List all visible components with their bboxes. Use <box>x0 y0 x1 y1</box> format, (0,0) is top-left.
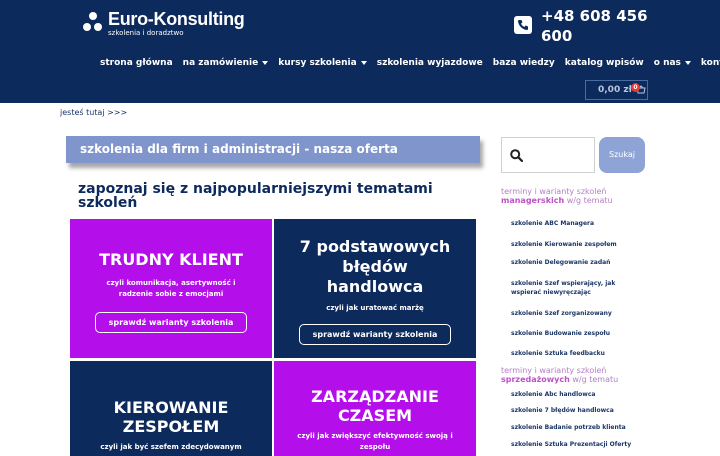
logo[interactable]: Euro-Konsulting szkolenia i doradztwo <box>82 9 245 38</box>
nav-item-label: strona główna <box>100 58 173 68</box>
nav-item[interactable]: baza wiedzy <box>493 58 555 68</box>
nav-item[interactable]: na zamówienie <box>183 58 269 68</box>
main-nav: strona główna na zamówienie kursy szkoleni… <box>100 58 720 68</box>
offer-banner: szkolenia dla firm i administracji - nas… <box>66 136 480 163</box>
heading-tail: w/g tematu <box>572 375 619 384</box>
search-icon <box>510 149 523 162</box>
sidebar-link[interactable]: szkolenie Sztuka feedbacku <box>511 349 641 358</box>
nav-item-label: o nas <box>653 58 681 68</box>
tile-title: ZARZĄDZANIE CZASEM <box>311 387 439 425</box>
tile-bledy-handlowca[interactable]: 7 podstawowych błędów handlowca czyli ja… <box>274 219 476 358</box>
nav-item-label: katalog wpisów <box>564 58 644 68</box>
tile-kierowanie-zespolem[interactable]: KIEROWANIE ZESPOŁEM czyli jak być szefem… <box>70 361 272 456</box>
search-input[interactable] <box>501 137 595 173</box>
logo-dots-icon <box>82 10 104 34</box>
nav-item[interactable]: szkolenia wyjazdowe <box>377 58 483 68</box>
sidebar-link[interactable]: szkolenie ABC Managera <box>511 219 641 228</box>
chevron-down-icon <box>360 61 367 65</box>
cart-total: 0,00 zł <box>598 85 632 95</box>
chevron-down-icon <box>684 61 691 65</box>
sidebar-link[interactable]: szkolenie Sztuka Prezentacji Oferty <box>511 440 641 449</box>
logo-title: Euro-Konsulting <box>108 9 245 29</box>
check-variants-button[interactable]: sprawdź warianty szkolenia <box>298 324 452 345</box>
sidebar-link[interactable]: szkolenie Szef wspierający, jak wspierać… <box>511 279 641 297</box>
nav-item-label: na zamówienie <box>182 58 259 68</box>
nav-item[interactable]: katalog wpisów <box>565 58 644 68</box>
heading-bold: sprzedażowych <box>501 375 570 384</box>
check-variants-button[interactable]: sprawdź warianty szkolenia <box>94 312 248 333</box>
sidebar-heading-managerskie: terminy i warianty szkoleń managerskich … <box>501 187 641 205</box>
nav-item-label: szkolenia wyjazdowe <box>376 58 483 68</box>
nav-item[interactable]: kontakt <box>701 58 720 68</box>
chevron-down-icon <box>262 61 269 65</box>
phone-icon <box>514 16 532 34</box>
tile-subtitle: czyli jak być szefem zdecydowanym <box>100 443 242 451</box>
tile-trudny-klient[interactable]: TRUDNY KLIENT czyli komunikacja, asertyw… <box>70 219 272 358</box>
sidebar-heading-sprzedazowe: terminy i warianty szkoleń sprzedażowych… <box>501 366 641 384</box>
tile-title: TRUDNY KLIENT <box>99 250 243 269</box>
tile-subtitle: czyli jak uratować marżę <box>326 304 424 312</box>
page-subheading: zapoznaj się z najpopularniejszymi temat… <box>78 181 433 211</box>
phone-number: +48 608 456 600 <box>541 7 648 45</box>
logo-subtitle: szkolenia i doradztwo <box>108 29 184 37</box>
sidebar-link[interactable]: szkolenie Badanie potrzeb klienta <box>511 423 641 432</box>
sidebar-link[interactable]: szkolenie 7 błędów handlowca <box>511 406 641 415</box>
nav-item-label: baza wiedzy <box>492 58 555 68</box>
nav-item[interactable]: strona główna <box>100 58 173 68</box>
search-button[interactable]: Szukaj <box>599 137 645 173</box>
sidebar-link[interactable]: szkolenie Kierowanie zespołem <box>511 240 641 249</box>
tile-title: KIEROWANIE ZESPOŁEM <box>113 398 229 436</box>
tile-subtitle: czyli komunikacja, asertywność i radzeni… <box>106 279 236 298</box>
breadcrumb: jesteś tutaj >>> <box>60 108 128 117</box>
nav-item[interactable]: kursy szkolenia <box>278 58 367 68</box>
heading-bold: managerskich <box>501 196 565 205</box>
nav-item-label: kursy szkolenia <box>278 58 357 68</box>
tile-title: 7 podstawowych błędów handlowca <box>299 237 451 296</box>
sidebar-link[interactable]: szkolenie Szef zorganizowany <box>511 309 641 318</box>
cart-count-badge: 0 <box>631 83 640 92</box>
nav-item[interactable]: o nas <box>654 58 691 68</box>
site-header: Euro-Konsulting szkolenia i doradztwo +4… <box>0 0 720 103</box>
sidebar-link[interactable]: szkolenie Abc handlowca <box>511 390 641 399</box>
phone-contact[interactable]: +48 608 456 600 <box>514 6 651 46</box>
heading-text: terminy i warianty szkoleń <box>501 366 607 375</box>
cart-button[interactable]: 0,00 zł 0 <box>585 80 648 100</box>
tile-zarzadzanie-czasem[interactable]: ZARZĄDZANIE CZASEM czyli jak zwiększyć e… <box>274 361 476 456</box>
heading-tail: w/g tematu <box>566 196 613 205</box>
sidebar-link[interactable]: szkolenie Delegowanie zadań <box>511 258 641 267</box>
nav-item-label: kontakt <box>700 58 720 68</box>
sidebar-link[interactable]: szkolenie Budowanie zespołu <box>511 329 641 338</box>
heading-text: terminy i warianty szkoleń <box>501 187 607 196</box>
